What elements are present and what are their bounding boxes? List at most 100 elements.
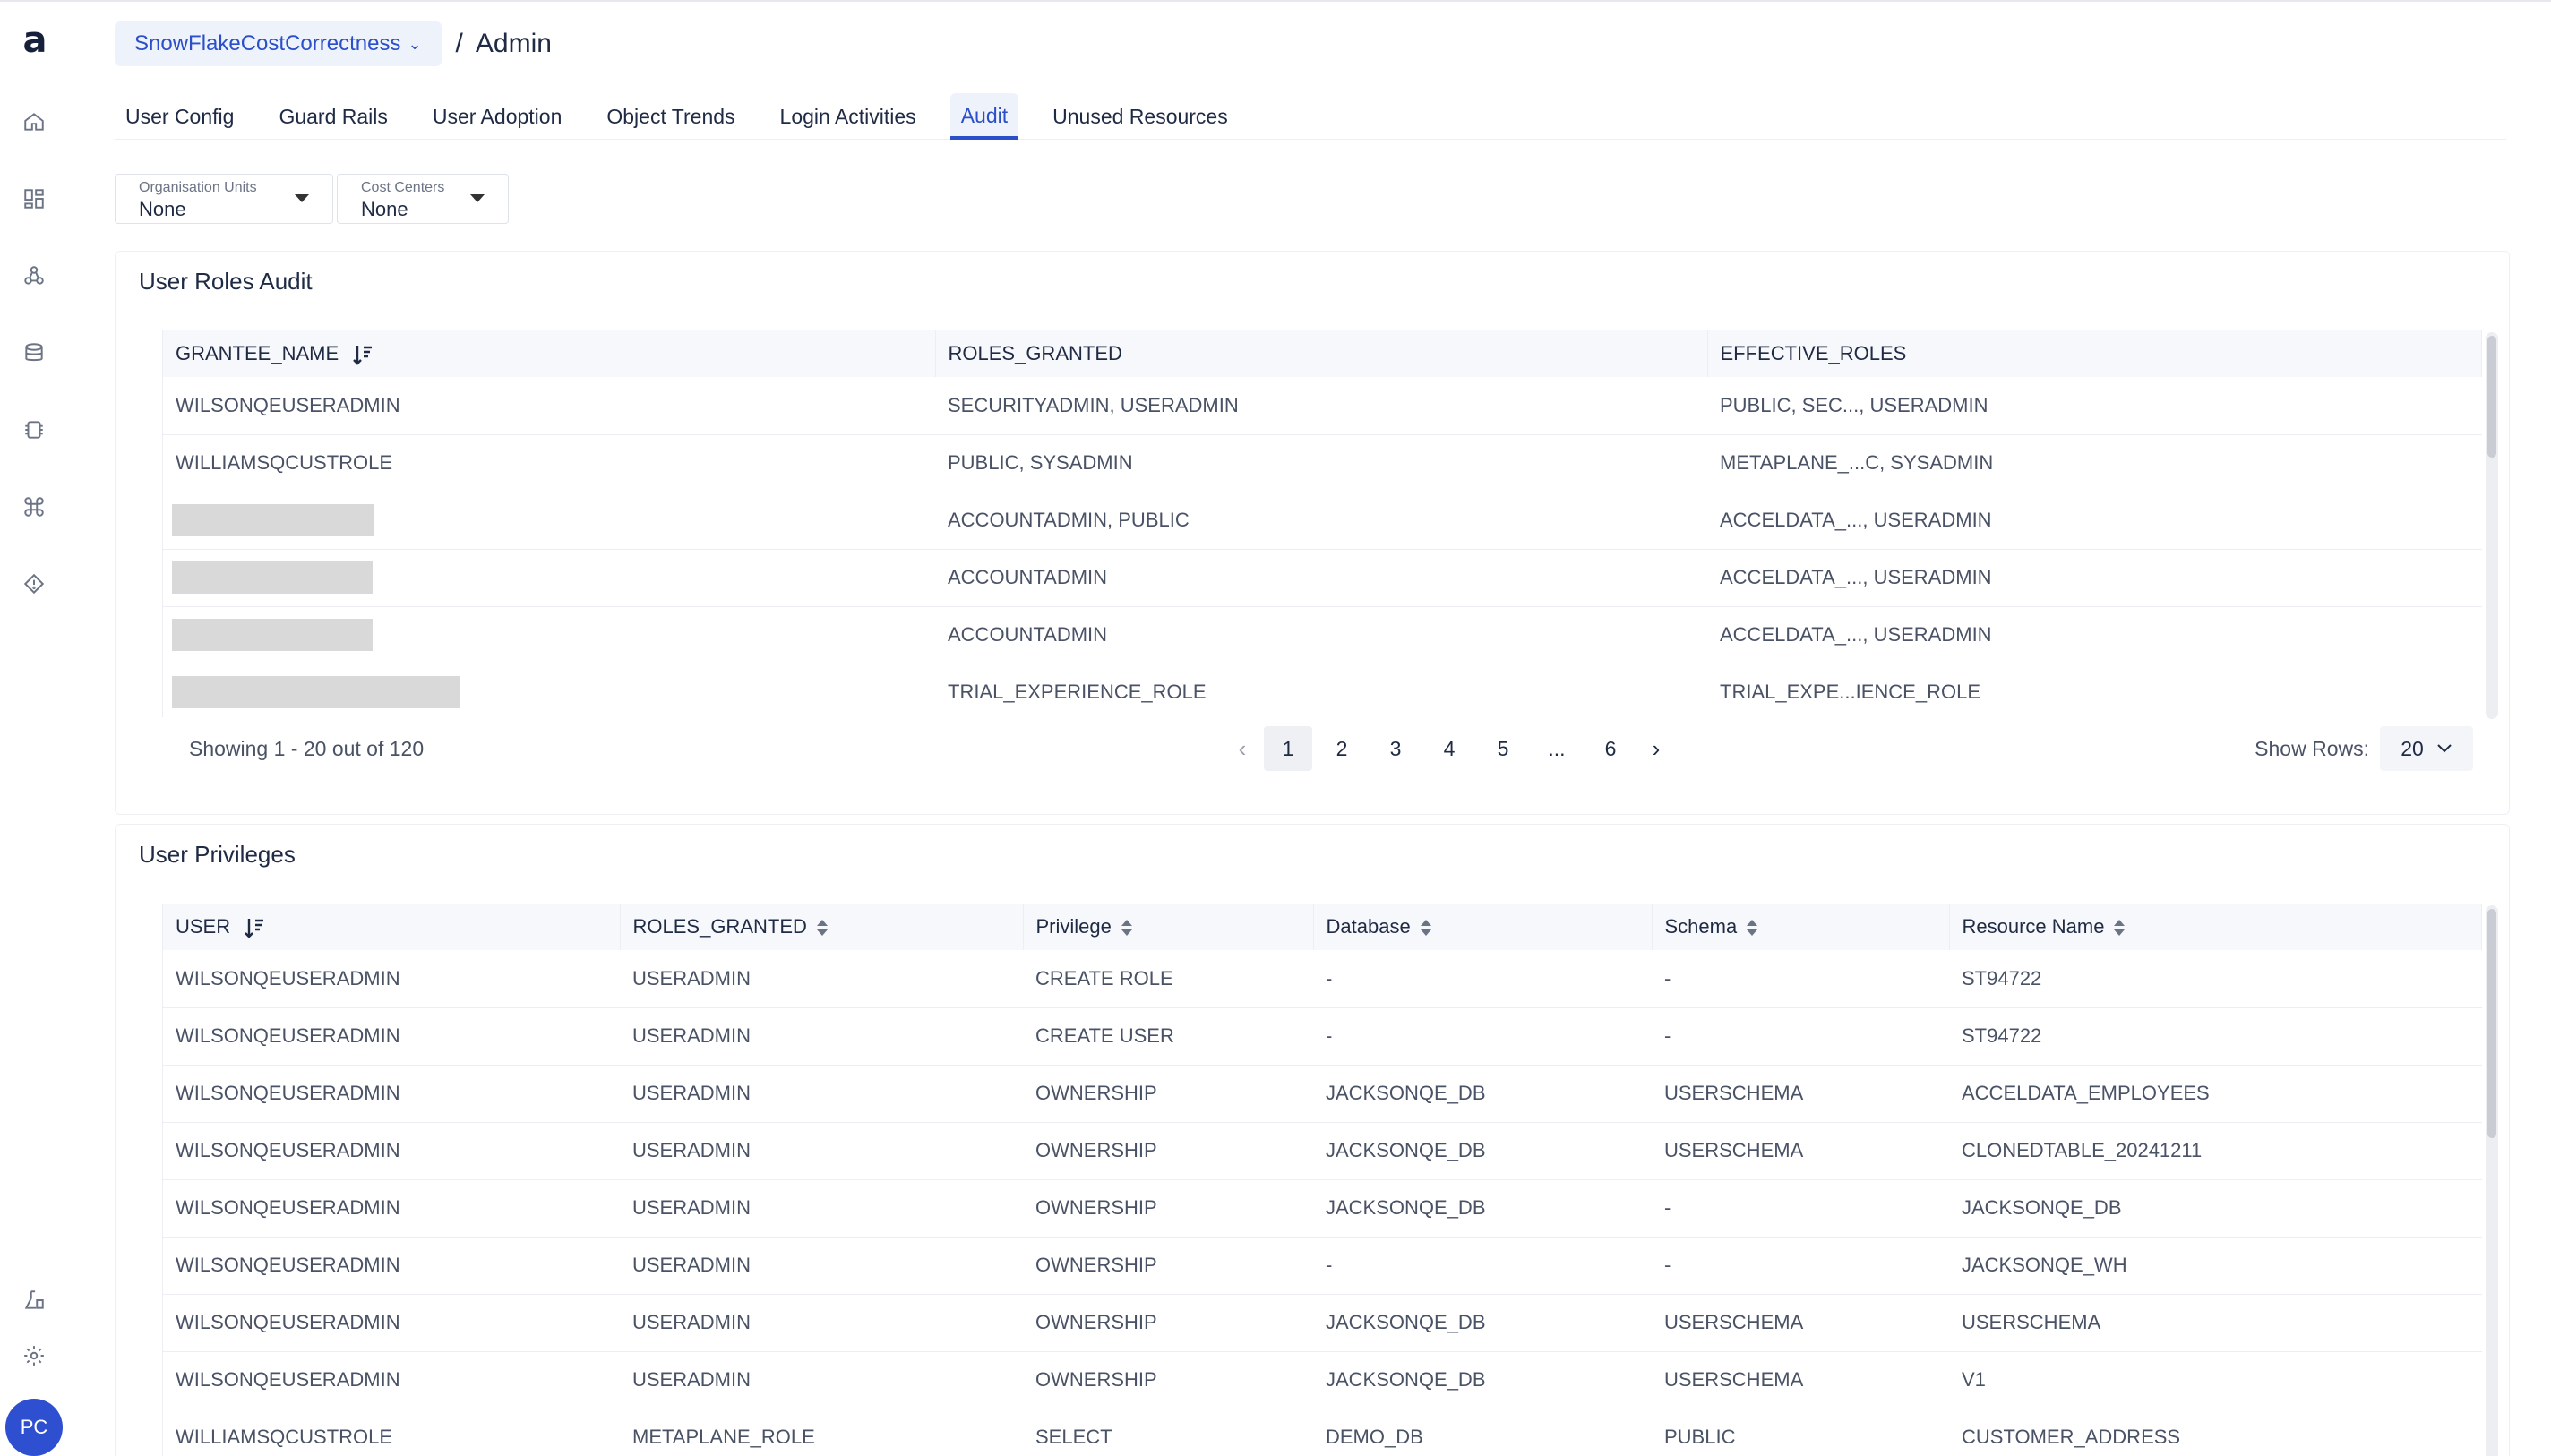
network-icon[interactable] [21,263,47,288]
database-icon[interactable] [21,340,47,365]
user-cell: WILSONQEUSERADMIN [163,1294,620,1352]
cost-centers-select[interactable]: Cost Centers None [337,174,509,224]
tab-object-trends[interactable]: Object Trends [596,93,745,140]
roles-granted-cell: SECURITYADMIN, USERADMIN [935,377,1707,435]
column-header-roles-granted[interactable]: ROLES_GRANTED [620,904,1024,950]
table-row[interactable]: WILSONQEUSERADMIN USERADMIN OWNERSHIP JA… [163,1065,2482,1123]
redacted-block [172,504,374,536]
app-logo[interactable]: a [20,22,50,58]
privilege-cell: OWNERSHIP [1023,1294,1313,1352]
user-cell: WILLIAMSQCUSTROLE [163,1409,620,1456]
table-row[interactable]: ACCOUNTADMIN ACCELDATA_..., USERADMIN [163,549,2482,607]
table-row[interactable]: WILSONQEUSERADMIN USERADMIN OWNERSHIP - … [163,1237,2482,1295]
page-ellipsis: ... [1548,737,1566,760]
roles-granted-cell: USERADMIN [620,1179,1023,1238]
caret-down-icon [470,194,485,202]
table-row[interactable]: TRIAL_EXPERIENCE_ROLE TRIAL_EXPE...IENCE… [163,664,2482,717]
column-header-database[interactable]: Database [1313,904,1653,950]
resource-name-cell: ST94722 [1949,1007,2482,1066]
user-cell: WILSONQEUSERADMIN [163,1237,620,1295]
privilege-cell: SELECT [1023,1409,1313,1456]
breadcrumb-separator: / [455,29,463,58]
privilege-cell: OWNERSHIP [1023,1122,1313,1180]
effective-roles-cell: ACCELDATA_..., USERADMIN [1707,549,2482,607]
sidebar: a PC [0,2,68,1456]
schema-cell: - [1652,1179,1949,1238]
table-row[interactable]: WILSONQEUSERADMIN SECURITYADMIN, USERADM… [163,377,2482,435]
table-row[interactable]: WILSONQEUSERADMIN USERADMIN OWNERSHIP JA… [163,1294,2482,1352]
chevron-down-icon [2437,744,2452,753]
table-row[interactable]: WILSONQEUSERADMIN USERADMIN OWNERSHIP JA… [163,1179,2482,1238]
effective-roles-cell: PUBLIC, SEC..., USERADMIN [1707,377,2482,435]
table-row[interactable]: ACCOUNTADMIN ACCELDATA_..., USERADMIN [163,606,2482,664]
tab-unused-resources[interactable]: Unused Resources [1042,93,1239,140]
scrollbar-thumb[interactable] [2487,336,2496,458]
home-icon[interactable] [21,109,47,134]
command-icon[interactable] [21,494,47,519]
cpu-icon[interactable] [21,417,47,442]
show-rows-label: Show Rows: [2255,737,2369,760]
page-button-2[interactable]: 2 [1318,726,1366,771]
page-button-6[interactable]: 6 [1586,726,1635,771]
page-button-3[interactable]: 3 [1371,726,1420,771]
column-header-effective-roles[interactable]: EFFECTIVE_ROLES [1707,330,2482,377]
grantee-name-cell: WILSONQEUSERADMIN [163,377,935,435]
column-header-user[interactable]: USER [163,904,621,950]
sort-icon[interactable] [245,917,264,938]
user-cell: WILSONQEUSERADMIN [163,1065,620,1123]
prev-page-button[interactable]: ‹ [1226,726,1258,771]
column-header-grantee-name[interactable]: GRANTEE_NAME [163,330,936,377]
tab-user-adoption[interactable]: User Adoption [422,93,572,140]
table-row[interactable]: WILLIAMSQCUSTROLE METAPLANE_ROLE SELECT … [163,1409,2482,1456]
diamond-icon[interactable] [21,571,47,596]
column-header-privilege[interactable]: Privilege [1023,904,1314,950]
column-header-resource-name[interactable]: Resource Name [1949,904,2482,950]
sort-updown-icon[interactable] [2113,920,2126,937]
workspace-selector[interactable]: SnowFlakeCostCorrectness ⌄ [115,21,442,66]
table-row[interactable]: WILSONQEUSERADMIN USERADMIN OWNERSHIP JA… [163,1122,2482,1180]
roles-granted-cell: METAPLANE_ROLE [620,1409,1023,1456]
grantee-name-cell [163,549,935,607]
user-cell: WILSONQEUSERADMIN [163,1351,620,1409]
column-header-roles-granted[interactable]: ROLES_GRANTED [935,330,1708,377]
vertical-scrollbar[interactable] [2486,332,2498,719]
tab-audit[interactable]: Audit [949,93,1019,140]
user-avatar[interactable]: PC [5,1399,63,1456]
vertical-scrollbar[interactable] [2486,905,2498,1456]
show-rows-select[interactable]: 20 [2380,726,2473,771]
gear-icon[interactable] [21,1343,47,1368]
database-cell: JACKSONQE_DB [1313,1122,1652,1180]
database-cell: - [1313,1007,1652,1066]
next-page-button[interactable]: › [1640,726,1672,771]
effective-roles-cell: ACCELDATA_..., USERADMIN [1707,606,2482,664]
sort-updown-icon[interactable] [1746,920,1758,937]
sort-updown-icon[interactable] [816,920,828,937]
tab-user-config[interactable]: User Config [115,93,245,140]
resource-name-cell: V1 [1949,1351,2482,1409]
table-row[interactable]: WILSONQEUSERADMIN USERADMIN CREATE ROLE … [163,950,2482,1008]
grantee-name-cell [163,606,935,664]
table-row[interactable]: WILLIAMSQCUSTROLE PUBLIC, SYSADMIN METAP… [163,434,2482,492]
sort-icon[interactable] [353,344,373,365]
table-row[interactable]: WILSONQEUSERADMIN USERADMIN OWNERSHIP JA… [163,1351,2482,1409]
database-cell: - [1313,950,1652,1008]
user-cell: WILSONQEUSERADMIN [163,950,620,1008]
tab-login-activities[interactable]: Login Activities [769,93,927,140]
sort-updown-icon[interactable] [1121,920,1132,937]
resource-name-cell: USERSCHEMA [1949,1294,2482,1352]
effective-roles-cell: TRIAL_EXPE...IENCE_ROLE [1707,664,2482,717]
table-row[interactable]: WILSONQEUSERADMIN USERADMIN CREATE USER … [163,1007,2482,1066]
organisation-units-select[interactable]: Organisation Units None [115,174,333,224]
page-button-4[interactable]: 4 [1425,726,1473,771]
table-row[interactable]: ACCOUNTADMIN, PUBLIC ACCELDATA_..., USER… [163,492,2482,550]
privilege-cell: CREATE ROLE [1023,950,1313,1008]
flask-icon[interactable] [21,1288,47,1313]
scrollbar-thumb[interactable] [2487,909,2496,1138]
resource-name-cell: ST94722 [1949,950,2482,1008]
page-button-5[interactable]: 5 [1479,726,1527,771]
column-header-schema[interactable]: Schema [1652,904,1950,950]
dashboard-icon[interactable] [21,186,47,211]
page-button-1[interactable]: 1 [1264,726,1312,771]
sort-updown-icon[interactable] [1420,920,1431,937]
tab-guard-rails[interactable]: Guard Rails [268,93,398,140]
